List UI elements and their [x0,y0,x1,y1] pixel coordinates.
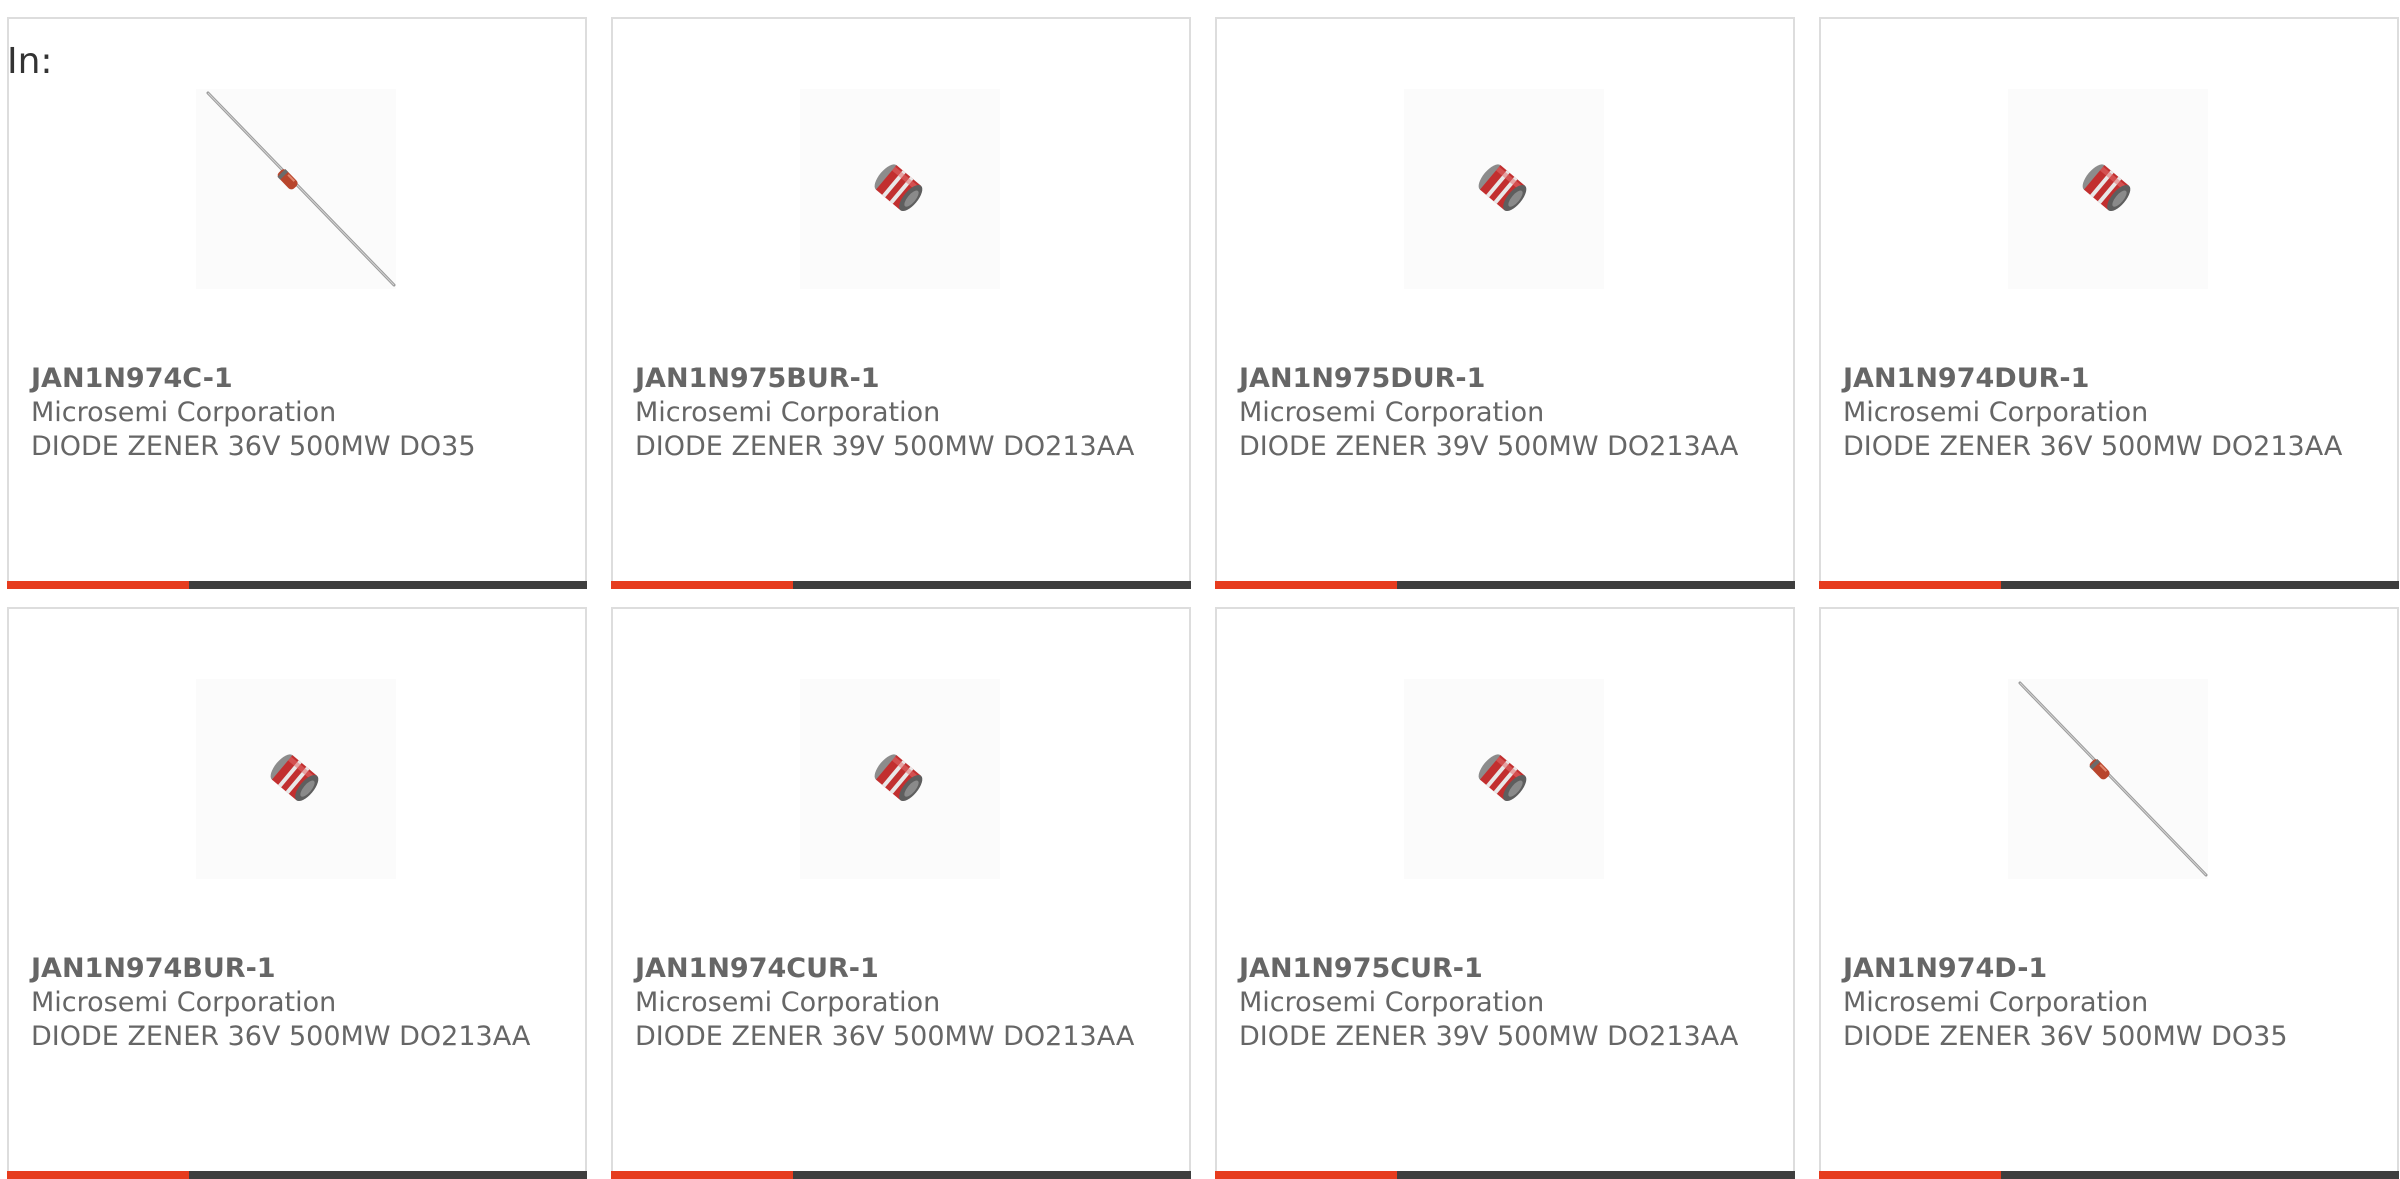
part-number-link[interactable]: JAN1N974BUR-1 [31,952,565,986]
product-description: DIODE ZENER 36V 500MW DO35 [31,431,476,462]
melf-diode-icon [1478,754,1527,802]
product-image[interactable] [2008,89,2208,289]
card-footer-accent [1819,581,2001,589]
part-number-link[interactable]: JAN1N974C-1 [31,362,565,396]
manufacturer-name: Microsemi Corporation [1239,397,1545,428]
part-number-link[interactable]: JAN1N974CUR-1 [635,952,1169,986]
product-description: DIODE ZENER 36V 500MW DO213AA [635,1021,1135,1052]
axial-diode-icon [2018,681,2208,877]
card-footer-accent [611,1171,793,1179]
product-info: JAN1N974DUR-1 Microsemi Corporation DIOD… [1843,362,2377,464]
product-card[interactable]: JAN1N975CUR-1 Microsemi Corporation DIOD… [1215,607,1795,1179]
product-info: JAN1N975DUR-1 Microsemi Corporation DIOD… [1239,362,1773,464]
card-footer-bar [611,1171,1191,1179]
manufacturer-name: Microsemi Corporation [31,987,337,1018]
part-number-link[interactable]: JAN1N975CUR-1 [1239,952,1773,986]
card-footer-bar [1819,581,2399,589]
product-info: JAN1N974D-1 Microsemi Corporation DIODE … [1843,952,2377,1054]
manufacturer-name: Microsemi Corporation [635,987,941,1018]
product-image[interactable] [1404,679,1604,879]
card-footer-accent [7,1171,189,1179]
card-footer-bar [1819,1171,2399,1179]
melf-diode-icon [1478,164,1527,212]
part-number-link[interactable]: JAN1N974D-1 [1843,952,2377,986]
product-description: DIODE ZENER 39V 500MW DO213AA [1239,1021,1739,1052]
product-image[interactable] [196,89,396,289]
product-info: JAN1N974C-1 Microsemi Corporation DIODE … [31,362,565,464]
product-card[interactable]: JAN1N974D-1 Microsemi Corporation DIODE … [1819,607,2399,1179]
product-description: DIODE ZENER 39V 500MW DO213AA [1239,431,1739,462]
product-info: JAN1N975CUR-1 Microsemi Corporation DIOD… [1239,952,1773,1054]
melf-diode-icon [2082,164,2131,212]
melf-diode-icon [874,164,923,212]
card-footer-bar [1215,581,1795,589]
axial-diode-icon [206,91,396,287]
product-image[interactable] [800,89,1000,289]
card-footer-accent [611,581,793,589]
card-footer-accent [1819,1171,2001,1179]
product-description: DIODE ZENER 36V 500MW DO35 [1843,1021,2288,1052]
card-footer-bar [611,581,1191,589]
part-number-link[interactable]: JAN1N975DUR-1 [1239,362,1773,396]
card-footer-accent [1215,581,1397,589]
product-info: JAN1N974BUR-1 Microsemi Corporation DIOD… [31,952,565,1054]
manufacturer-name: Microsemi Corporation [1843,987,2149,1018]
card-footer-bar [7,1171,587,1179]
product-description: DIODE ZENER 36V 500MW DO213AA [1843,431,2343,462]
product-image[interactable] [800,679,1000,879]
melf-diode-icon [874,754,923,802]
manufacturer-name: Microsemi Corporation [31,397,337,428]
product-description: DIODE ZENER 36V 500MW DO213AA [31,1021,531,1052]
product-card[interactable]: JAN1N974DUR-1 Microsemi Corporation DIOD… [1819,17,2399,589]
product-image[interactable] [1404,89,1604,289]
product-card[interactable]: JAN1N974C-1 Microsemi Corporation DIODE … [7,17,587,589]
product-card[interactable]: JAN1N975DUR-1 Microsemi Corporation DIOD… [1215,17,1795,589]
product-info: JAN1N974CUR-1 Microsemi Corporation DIOD… [635,952,1169,1054]
card-footer-accent [1215,1171,1397,1179]
melf-diode-icon [270,754,319,802]
manufacturer-name: Microsemi Corporation [1843,397,2149,428]
product-info: JAN1N975BUR-1 Microsemi Corporation DIOD… [635,362,1169,464]
product-card[interactable]: JAN1N975BUR-1 Microsemi Corporation DIOD… [611,17,1191,589]
product-image[interactable] [2008,679,2208,879]
product-card[interactable]: JAN1N974CUR-1 Microsemi Corporation DIOD… [611,607,1191,1179]
card-footer-accent [7,581,189,589]
part-number-link[interactable]: JAN1N974DUR-1 [1843,362,2377,396]
manufacturer-name: Microsemi Corporation [635,397,941,428]
product-card[interactable]: JAN1N974BUR-1 Microsemi Corporation DIOD… [7,607,587,1179]
card-footer-bar [1215,1171,1795,1179]
card-footer-bar [7,581,587,589]
product-grid: JAN1N974C-1 Microsemi Corporation DIODE … [7,17,2400,1179]
part-number-link[interactable]: JAN1N975BUR-1 [635,362,1169,396]
filter-in-label: In: [7,41,53,82]
manufacturer-name: Microsemi Corporation [1239,987,1545,1018]
product-image[interactable] [196,679,396,879]
product-description: DIODE ZENER 39V 500MW DO213AA [635,431,1135,462]
